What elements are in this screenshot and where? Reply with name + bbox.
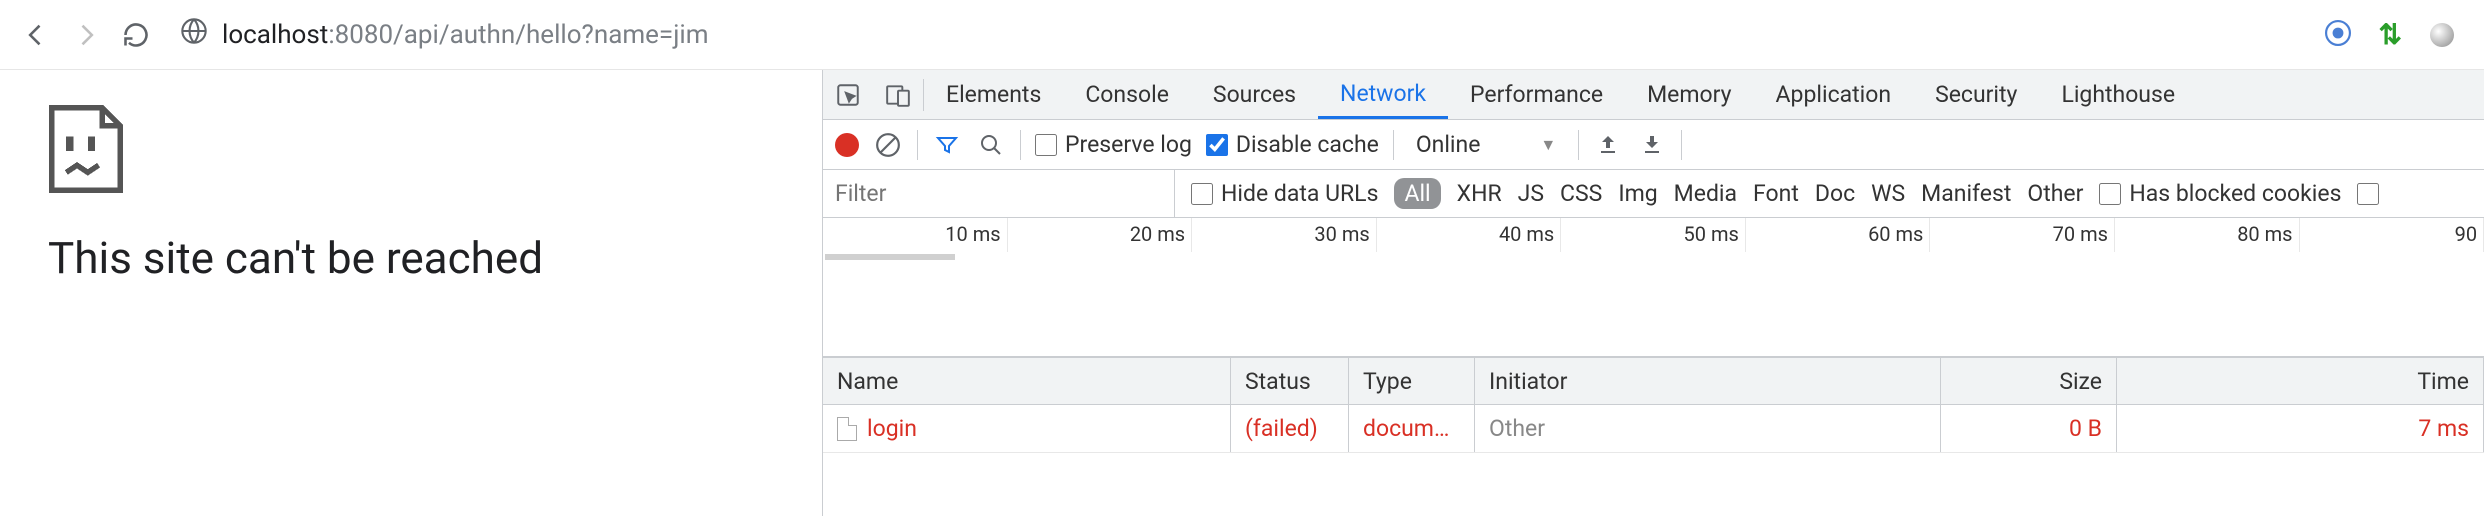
tab-memory[interactable]: Memory: [1625, 70, 1753, 119]
extension-icon[interactable]: ⇅: [2379, 18, 2402, 51]
sad-document-icon: [48, 104, 124, 194]
filter-type-doc[interactable]: Doc: [1815, 180, 1855, 207]
filter-type-all[interactable]: All: [1394, 178, 1440, 209]
request-size: 0 B: [1941, 405, 2117, 452]
inspect-icon[interactable]: [823, 70, 873, 119]
extra-checkbox[interactable]: [2357, 183, 2379, 205]
throttling-select[interactable]: Online ▼: [1408, 131, 1564, 158]
reload-button[interactable]: [120, 19, 152, 51]
request-time: 7 ms: [2117, 405, 2484, 452]
filter-type-img[interactable]: Img: [1618, 180, 1657, 207]
timeline-tick: 30 ms: [1192, 218, 1377, 252]
timeline-tick: 60 ms: [1746, 218, 1931, 252]
column-time[interactable]: Time: [2117, 358, 2484, 404]
extension-icon[interactable]: [2325, 20, 2351, 50]
column-type[interactable]: Type: [1349, 358, 1475, 404]
browser-toolbar: localhost:8080/api/authn/hello?name=jim …: [0, 0, 2484, 70]
column-name[interactable]: Name: [823, 358, 1231, 404]
clear-icon[interactable]: [873, 132, 903, 158]
tab-elements[interactable]: Elements: [924, 70, 1063, 119]
disable-cache-checkbox[interactable]: Disable cache: [1206, 131, 1379, 158]
download-har-icon[interactable]: [1637, 133, 1667, 157]
timeline-tick: 10 ms: [823, 218, 1008, 252]
column-size[interactable]: Size: [1941, 358, 2117, 404]
tab-performance[interactable]: Performance: [1448, 70, 1625, 119]
request-name: login: [867, 415, 917, 442]
address-path: :8080/api/authn/hello?name=jim: [328, 20, 708, 50]
page-content: This site can't be reached: [0, 70, 822, 516]
forward-button[interactable]: [70, 19, 102, 51]
tab-application[interactable]: Application: [1754, 70, 1914, 119]
network-toolbar: Preserve log Disable cache Online ▼: [823, 120, 2484, 170]
network-timeline[interactable]: 10 ms20 ms30 ms40 ms50 ms60 ms70 ms80 ms…: [823, 218, 2484, 357]
filter-type-manifest[interactable]: Manifest: [1921, 180, 2011, 207]
filter-type-js[interactable]: JS: [1518, 180, 1544, 207]
filter-type-media[interactable]: Media: [1674, 180, 1737, 207]
filter-input[interactable]: [823, 170, 1175, 217]
search-icon[interactable]: [976, 133, 1006, 157]
upload-har-icon[interactable]: [1593, 133, 1623, 157]
request-row[interactable]: login (failed)docum…Other0 B7 ms: [823, 405, 2484, 453]
request-type: docum…: [1349, 405, 1475, 452]
extension-icon[interactable]: [2430, 23, 2454, 47]
timeline-tick: 70 ms: [1930, 218, 2115, 252]
address-bar[interactable]: localhost:8080/api/authn/hello?name=jim: [180, 10, 2287, 60]
chevron-down-icon: ▼: [1540, 135, 1556, 155]
tab-lighthouse[interactable]: Lighthouse: [2039, 70, 2197, 119]
back-button[interactable]: [20, 19, 52, 51]
record-button[interactable]: [835, 133, 859, 157]
timeline-tick: 40 ms: [1377, 218, 1562, 252]
tab-console[interactable]: Console: [1063, 70, 1191, 119]
preserve-log-checkbox[interactable]: Preserve log: [1035, 131, 1192, 158]
filter-type-css[interactable]: CSS: [1560, 180, 1602, 207]
has-blocked-cookies-checkbox[interactable]: Has blocked cookies: [2099, 180, 2341, 207]
tab-sources[interactable]: Sources: [1191, 70, 1318, 119]
filter-type-xhr[interactable]: XHR: [1457, 180, 1502, 207]
request-table-header: Name Status Type Initiator Size Time: [823, 357, 2484, 405]
devtools-panel: ElementsConsoleSourcesNetworkPerformance…: [822, 70, 2484, 516]
filter-type-other[interactable]: Other: [2027, 180, 2083, 207]
device-toggle-icon[interactable]: [873, 70, 923, 119]
filter-type-ws[interactable]: WS: [1871, 180, 1905, 207]
address-host: localhost: [222, 20, 328, 50]
hide-data-urls-checkbox[interactable]: Hide data URLs: [1191, 180, 1378, 207]
devtools-tabstrip: ElementsConsoleSourcesNetworkPerformance…: [823, 70, 2484, 120]
request-status: (failed): [1231, 405, 1349, 452]
network-filter-bar: Hide data URLs All XHR JS CSS Img Media Font Do…: [823, 170, 2484, 218]
timeline-tick: 90: [2300, 218, 2484, 252]
filter-type-font[interactable]: Font: [1753, 180, 1799, 207]
timeline-tick: 80 ms: [2115, 218, 2300, 252]
request-initiator: Other: [1475, 405, 1941, 452]
timeline-tick: 50 ms: [1561, 218, 1746, 252]
globe-icon: [180, 17, 208, 52]
extension-icons: ⇅: [2325, 18, 2454, 51]
column-initiator[interactable]: Initiator: [1475, 358, 1941, 404]
timeline-tick: 20 ms: [1008, 218, 1193, 252]
filter-icon[interactable]: [932, 133, 962, 157]
error-page-title: This site can't be reached: [48, 232, 774, 284]
timeline-segment: [825, 254, 955, 260]
tab-network[interactable]: Network: [1318, 70, 1448, 119]
file-icon: [837, 417, 857, 441]
column-status[interactable]: Status: [1231, 358, 1349, 404]
tab-security[interactable]: Security: [1913, 70, 2039, 119]
